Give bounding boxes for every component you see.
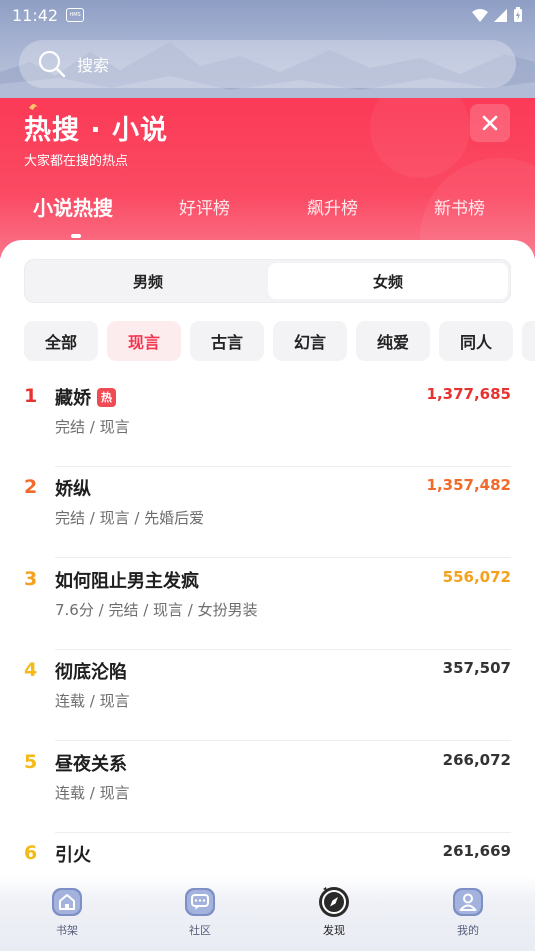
home-icon	[52, 888, 82, 916]
signal-icon	[494, 8, 507, 22]
chip-ancient-romance[interactable]: 古言	[190, 321, 264, 361]
tab-new-books[interactable]: 新书榜	[434, 194, 485, 219]
book-meta: 完结 / 现言 / 先婚后爱	[55, 509, 205, 527]
bottom-navigation: 书架 社区 发现 我的	[0, 876, 535, 951]
tab-good-review[interactable]: 好评榜	[179, 194, 230, 219]
chip-pure-love[interactable]: 纯爱	[356, 321, 430, 361]
status-bar: 11:42 HMS	[0, 0, 535, 30]
book-title-text: 昼夜关系	[55, 754, 127, 775]
status-time: 11:42	[12, 5, 59, 25]
nav-community[interactable]: 社区	[170, 884, 230, 938]
nav-label-community: 社区	[189, 924, 211, 937]
nav-label-discover: 发现	[323, 924, 345, 937]
rank-number: 4	[24, 659, 38, 681]
gender-option-male[interactable]: 男频	[28, 263, 268, 299]
active-tab-indicator	[71, 234, 81, 238]
nav-label-mine: 我的	[457, 924, 479, 937]
book-meta: 完结 / 现言	[55, 418, 130, 436]
search-icon	[38, 50, 66, 78]
book-title-text: 如何阻止男主发疯	[55, 571, 199, 592]
chip-modern-romance[interactable]: 现言	[107, 321, 181, 361]
heat-score: 556,072	[442, 568, 511, 586]
book-title: 昼夜关系	[55, 750, 127, 776]
hot-subtitle: 大家都在搜的热点	[24, 154, 129, 169]
close-icon	[482, 115, 498, 131]
heat-score: 261,669	[442, 842, 511, 860]
list-item[interactable]: 2 娇纵 完结 / 现言 / 先婚后爱 1,357,482	[0, 466, 535, 558]
status-icons	[472, 7, 523, 23]
heat-score: 1,357,482	[426, 476, 511, 494]
rank-number: 5	[24, 751, 38, 773]
search-placeholder: 搜索	[77, 56, 110, 75]
search-bar[interactable]: 搜索	[19, 40, 516, 88]
nav-mine[interactable]: 我的	[438, 884, 498, 938]
list-item[interactable]: 5 昼夜关系 连载 / 现言 266,072	[0, 741, 535, 833]
heat-score: 357,507	[442, 659, 511, 677]
chip-fantasy-romance[interactable]: 幻言	[273, 321, 347, 361]
book-title-text: 彻底沦陷	[55, 662, 127, 683]
chip-more[interactable]	[522, 321, 535, 361]
hot-search-panel: 热搜 · 小说 大家都在搜的热点 小说热搜 好评榜 飙升榜 新书榜	[0, 98, 535, 258]
hot-title: 热搜 · 小说	[24, 115, 169, 146]
book-title-text: 引火	[55, 845, 91, 866]
compass-icon	[319, 887, 349, 917]
user-icon	[453, 888, 483, 916]
gender-option-female[interactable]: 女频	[268, 263, 508, 299]
book-meta: 7.6分 / 完结 / 现言 / 女扮男装	[55, 601, 258, 619]
battery-icon	[514, 7, 522, 22]
list-item[interactable]: 3 如何阻止男主发疯 7.6分 / 完结 / 现言 / 女扮男装 556,072	[0, 558, 535, 650]
rank-number: 6	[24, 842, 38, 864]
chat-icon	[185, 888, 215, 916]
chip-fan-fiction[interactable]: 同人	[439, 321, 513, 361]
nav-bookshelf[interactable]: 书架	[37, 884, 97, 938]
book-title: 如何阻止男主发疯	[55, 567, 199, 593]
heat-score: 266,072	[442, 751, 511, 769]
book-title: 娇纵	[55, 475, 91, 501]
nav-label-bookshelf: 书架	[56, 924, 78, 937]
tab-novel-hot[interactable]: 小说热搜	[33, 192, 113, 221]
wifi-icon	[472, 8, 488, 22]
book-meta: 连载 / 现言	[55, 692, 130, 710]
rank-number: 3	[24, 568, 38, 590]
book-title: 藏娇 热	[55, 384, 116, 410]
tab-rising[interactable]: 飙升榜	[307, 194, 358, 219]
book-title: 彻底沦陷	[55, 658, 127, 684]
hot-badge: 热	[97, 387, 116, 407]
category-chips: 全部 现言 古言 幻言 纯爱 同人	[24, 321, 535, 361]
list-item[interactable]: 4 彻底沦陷 连载 / 现言 357,507	[0, 649, 535, 741]
book-title: 引火	[55, 841, 91, 867]
rank-number: 1	[24, 385, 38, 407]
book-title-text: 藏娇	[55, 388, 91, 409]
ranking-content: 男频 女频 全部 现言 古言 幻言 纯爱 同人 1 藏娇 热 完结 / 现言 1…	[0, 240, 535, 951]
nav-discover[interactable]: 发现	[304, 884, 364, 938]
close-button[interactable]	[470, 104, 510, 142]
rank-number: 2	[24, 476, 38, 498]
chip-all[interactable]: 全部	[24, 321, 98, 361]
rank-tabs: 小说热搜 好评榜 飙升榜 新书榜	[0, 194, 535, 230]
book-title-text: 娇纵	[55, 479, 91, 500]
hms-badge: HMS	[66, 8, 85, 22]
heat-score: 1,377,685	[426, 385, 511, 403]
book-meta: 连载 / 现言	[55, 784, 130, 802]
list-item[interactable]: 1 藏娇 热 完结 / 现言 1,377,685	[0, 375, 535, 467]
gender-segmented-control: 男频 女频	[24, 259, 511, 303]
